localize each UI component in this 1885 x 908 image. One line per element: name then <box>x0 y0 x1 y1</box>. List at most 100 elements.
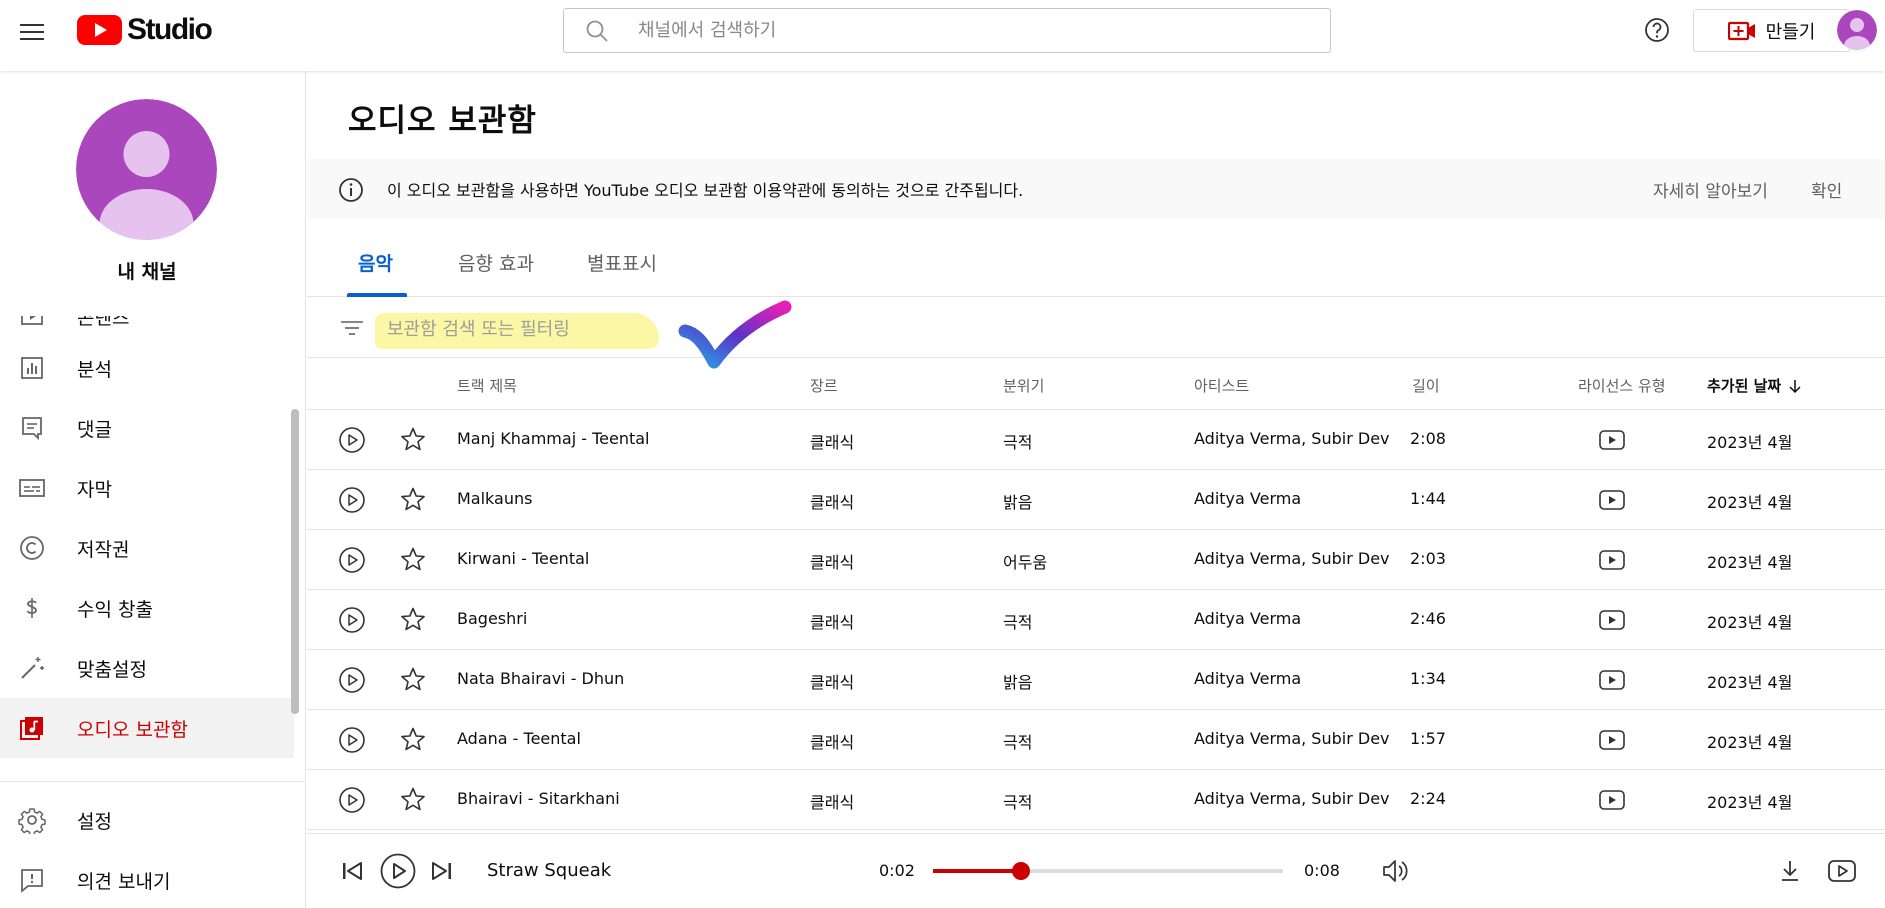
track-genre: 클래식 <box>810 673 855 692</box>
sidebar-item-subtitles[interactable]: 자막 <box>0 458 294 518</box>
filter-icon[interactable] <box>339 315 365 341</box>
play-circle-icon[interactable] <box>337 485 367 515</box>
left-sidebar: 내 채널 콘텐츠 분석 댓글 자막 저작권 수익 창출 맞춤설정 오디오 보관함… <box>0 71 306 908</box>
track-artist: Aditya Verma <box>1194 669 1302 688</box>
logo-text: Studio <box>127 13 213 46</box>
hamburger-menu-icon[interactable] <box>16 16 48 48</box>
now-playing-title: Straw Squeak <box>487 860 612 881</box>
analytics-icon <box>18 354 46 382</box>
tab-sound-effects[interactable]: 음향 효과 <box>458 249 534 276</box>
track-artist: Aditya Verma, Subir Dev <box>1194 789 1390 808</box>
column-header-title[interactable]: 트랙 제목 <box>457 375 517 396</box>
play-circle-icon[interactable] <box>337 665 367 695</box>
sidebar-item-analytics[interactable]: 분석 <box>0 338 294 398</box>
sidebar-item-feedback[interactable]: 의견 보내기 <box>0 850 294 908</box>
table-row[interactable]: Malkauns 클래식 밝음 Aditya Verma 1:44 2023년 … <box>307 470 1885 530</box>
sidebar-item-customization[interactable]: 맞춤설정 <box>0 638 294 698</box>
sidebar-item-settings[interactable]: 설정 <box>0 790 294 850</box>
feedback-icon <box>18 866 46 894</box>
track-length: 2:03 <box>1410 549 1446 568</box>
column-header-mood[interactable]: 분위기 <box>1003 375 1044 396</box>
play-circle-icon[interactable] <box>337 545 367 575</box>
confirm-button[interactable]: 확인 <box>1811 177 1842 202</box>
column-header-artist[interactable]: 아티스트 <box>1194 375 1249 396</box>
youtube-license-icon <box>1597 427 1627 453</box>
star-icon[interactable] <box>398 545 428 575</box>
table-row[interactable]: Manj Khammaj - Teental 클래식 극적 Aditya Ver… <box>307 410 1885 470</box>
sidebar-item-label: 콘텐츠 <box>77 316 130 329</box>
track-genre: 클래식 <box>810 613 855 632</box>
track-mood: 극적 <box>1003 793 1033 812</box>
column-header-length[interactable]: 길이 <box>1412 375 1440 396</box>
youtube-license-icon <box>1597 607 1627 633</box>
track-added-date: 2023년 4월 <box>1707 673 1793 692</box>
track-added-date: 2023년 4월 <box>1707 493 1793 512</box>
create-button[interactable]: 만들기 <box>1693 9 1850 52</box>
learn-more-link[interactable]: 자세히 알아보기 <box>1653 177 1768 202</box>
download-icon[interactable] <box>1775 856 1805 886</box>
track-genre: 클래식 <box>810 493 855 512</box>
star-icon[interactable] <box>398 605 428 635</box>
column-header-added-label: 추가된 날짜 <box>1707 377 1782 395</box>
table-row[interactable]: Bageshri 클래식 극적 Aditya Verma 2:46 2023년 … <box>307 590 1885 650</box>
table-row[interactable]: Kirwani - Teental 클래식 어두움 Aditya Verma, … <box>307 530 1885 590</box>
track-added-date: 2023년 4월 <box>1707 433 1793 452</box>
column-header-added-date[interactable]: 추가된 날짜 <box>1707 375 1803 396</box>
tab-starred[interactable]: 별표표시 <box>587 249 657 276</box>
volume-icon[interactable] <box>1380 856 1410 886</box>
table-row[interactable]: Bhairavi - Sitarkhani 클래식 극적 Aditya Verm… <box>307 770 1885 830</box>
playback-progress-slider[interactable] <box>933 862 1283 880</box>
skip-next-icon[interactable] <box>429 858 455 884</box>
arrow-down-icon <box>1787 378 1803 394</box>
sidebar-scrollbar[interactable] <box>291 409 299 714</box>
account-avatar[interactable] <box>1837 10 1877 50</box>
track-title: Bageshri <box>457 609 528 628</box>
playback-progress-handle[interactable] <box>1011 862 1030 880</box>
sidebar-item-monetization[interactable]: 수익 창출 <box>0 578 294 638</box>
main-content: 오디오 보관함 이 오디오 보관함을 사용하면 YouTube 오디오 보관함 … <box>307 71 1885 908</box>
track-length: 1:57 <box>1410 729 1446 748</box>
youtube-studio-logo[interactable]: Studio <box>77 13 213 47</box>
sidebar-item-label: 자막 <box>77 478 112 501</box>
audio-library-icon <box>18 714 46 742</box>
youtube-icon[interactable] <box>1826 856 1858 886</box>
column-header-genre[interactable]: 장르 <box>810 375 838 396</box>
channel-search-box[interactable] <box>563 8 1331 53</box>
gear-icon <box>18 806 46 834</box>
table-row[interactable]: Adana - Teental 클래식 극적 Aditya Verma, Sub… <box>307 710 1885 770</box>
sidebar-item-label: 수익 창출 <box>77 598 153 621</box>
star-icon[interactable] <box>398 725 428 755</box>
track-artist: Aditya Verma, Subir Dev <box>1194 729 1390 748</box>
sidebar-item-copyright[interactable]: 저작권 <box>0 518 294 578</box>
help-icon[interactable] <box>1642 15 1672 45</box>
play-circle-icon[interactable] <box>337 425 367 455</box>
create-video-icon <box>1727 20 1756 42</box>
play-circle-icon[interactable] <box>337 605 367 635</box>
current-time: 0:02 <box>879 861 915 880</box>
star-icon[interactable] <box>398 785 428 815</box>
tab-music[interactable]: 음악 <box>358 249 393 276</box>
track-duration: 0:08 <box>1304 861 1340 880</box>
youtube-license-icon <box>1597 727 1627 753</box>
play-circle-icon[interactable] <box>337 725 367 755</box>
star-icon[interactable] <box>398 485 428 515</box>
track-artist: Aditya Verma <box>1194 489 1302 508</box>
column-header-license[interactable]: 라이선스 유형 <box>1578 375 1666 396</box>
library-filter-input[interactable] <box>387 313 657 345</box>
track-title: Nata Bhairavi - Dhun <box>457 669 625 688</box>
play-circle-icon[interactable] <box>337 785 367 815</box>
track-length: 2:08 <box>1410 429 1446 448</box>
star-icon[interactable] <box>398 425 428 455</box>
sidebar-item-label: 분석 <box>77 358 112 381</box>
sidebar-item-audio-library[interactable]: 오디오 보관함 <box>0 698 294 758</box>
skip-previous-icon[interactable] <box>339 858 365 884</box>
channel-avatar[interactable] <box>76 99 217 240</box>
sidebar-item-label: 의견 보내기 <box>77 870 171 893</box>
player-play-icon[interactable] <box>379 852 417 890</box>
table-row[interactable]: Nata Bhairavi - Dhun 클래식 밝음 Aditya Verma… <box>307 650 1885 710</box>
sidebar-item-comments[interactable]: 댓글 <box>0 398 294 458</box>
track-mood: 극적 <box>1003 433 1033 452</box>
channel-search-input[interactable] <box>638 20 1288 41</box>
dollar-icon <box>18 594 46 622</box>
star-icon[interactable] <box>398 665 428 695</box>
